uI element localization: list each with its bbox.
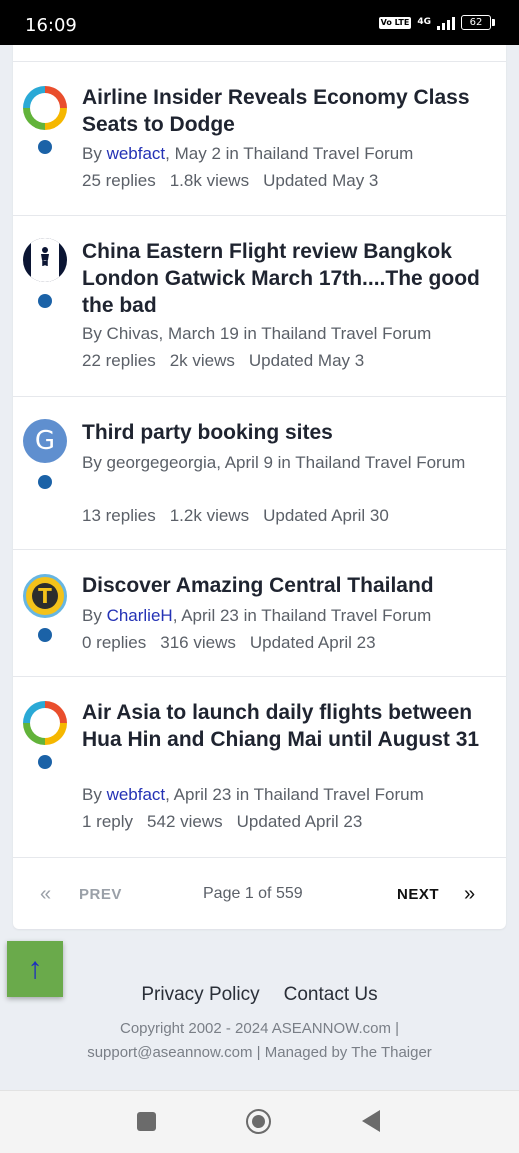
- topic-row[interactable]: Air Asia to launch daily flights between…: [13, 677, 506, 858]
- prev-chevron-icon[interactable]: «: [40, 883, 51, 906]
- topic-row[interactable]: T Discover Amazing Central Thailand By C…: [13, 550, 506, 677]
- next-chevron-icon[interactable]: »: [464, 883, 475, 906]
- topic-stats: 22 replies 2k views Updated May 3: [82, 348, 378, 374]
- topic-meta: By webfact, May 2 in Thailand Travel For…: [82, 144, 414, 163]
- unread-indicator: [38, 628, 52, 642]
- footer-links: Privacy Policy Contact Us: [0, 984, 519, 1006]
- topic-meta: By Chivas, March 19 in Thailand Travel F…: [82, 324, 432, 343]
- topic-title[interactable]: Third party booking sites: [82, 419, 492, 446]
- status-icons: Vo LTE 4G 62: [378, 15, 495, 30]
- signal-icon: [437, 16, 455, 30]
- t-logo-avatar[interactable]: T: [23, 574, 67, 618]
- views-count: 316 views: [160, 633, 236, 652]
- status-bar: 16:09 Vo LTE 4G 62: [0, 0, 519, 45]
- replies-count: 1 reply: [82, 812, 134, 831]
- user-initial-avatar[interactable]: G: [23, 419, 67, 463]
- updated-date: Updated April 23: [249, 633, 376, 652]
- replies-count: 22 replies: [82, 351, 156, 370]
- page-indicator[interactable]: Page 1 of 559: [203, 885, 303, 903]
- tottenham-avatar[interactable]: [23, 238, 67, 282]
- updated-date: Updated May 3: [248, 351, 365, 370]
- author-link[interactable]: webfact: [107, 144, 166, 163]
- replies-count: 25 replies: [82, 171, 156, 190]
- unread-indicator: [38, 140, 52, 154]
- copyright-text: Copyright 2002 - 2024 ASEANNOW.com | sup…: [87, 1020, 432, 1061]
- pagination: « PREV Page 1 of 559 NEXT »: [13, 857, 506, 929]
- topic-meta: By webfact, April 23 in Thailand Travel …: [82, 785, 424, 804]
- contact-us-link[interactable]: Contact Us: [284, 984, 378, 1005]
- topic-meta: By CharlieH, April 23 in Thailand Travel…: [82, 606, 432, 625]
- topic-row[interactable]: G Third party booking sites By georgegeo…: [13, 397, 506, 550]
- replies-count: 0 replies: [82, 633, 147, 652]
- views-count: 1.2k views: [169, 506, 250, 525]
- topic-stats: 13 replies 1.2k views Updated April 30: [82, 503, 403, 529]
- updated-date: Updated May 3: [263, 171, 379, 190]
- volte-icon: Vo LTE: [378, 16, 412, 29]
- cockerel-icon: [41, 247, 49, 266]
- topic-row[interactable]: Airline Insider Reveals Economy Class Se…: [13, 62, 506, 216]
- topic-title[interactable]: China Eastern Flight review Bangkok Lond…: [82, 238, 492, 319]
- privacy-policy-link[interactable]: Privacy Policy: [141, 984, 259, 1005]
- recents-icon[interactable]: [137, 1112, 156, 1131]
- topic-list: Airline Insider Reveals Economy Class Se…: [13, 45, 506, 929]
- topic-title[interactable]: Airline Insider Reveals Economy Class Se…: [82, 84, 492, 138]
- aseannow-logo-avatar[interactable]: [23, 86, 67, 130]
- unread-indicator: [38, 294, 52, 308]
- prev-button[interactable]: PREV: [79, 886, 122, 903]
- unread-indicator: [38, 755, 52, 769]
- battery-icon: 62: [461, 15, 495, 30]
- replies-count: 13 replies: [82, 506, 156, 525]
- topic-stats: 1 reply 542 views Updated April 23: [82, 809, 376, 835]
- views-count: 542 views: [147, 812, 223, 831]
- aseannow-logo-avatar[interactable]: [23, 701, 67, 745]
- topic-stats: 0 replies 316 views Updated April 23: [82, 630, 390, 656]
- author-link[interactable]: CharlieH: [107, 606, 173, 625]
- network-type: 4G: [417, 17, 431, 27]
- t-letter: T: [32, 583, 58, 609]
- author-link[interactable]: webfact: [107, 785, 166, 804]
- status-time: 16:09: [25, 15, 77, 36]
- views-count: 2k views: [169, 351, 235, 370]
- topic-meta: By georgegeorgia, April 9 in Thailand Tr…: [82, 453, 466, 472]
- unread-indicator: [38, 475, 52, 489]
- topic-title[interactable]: Air Asia to launch daily flights between…: [82, 699, 492, 753]
- back-icon[interactable]: [362, 1110, 380, 1132]
- system-nav-bar: [0, 1090, 519, 1153]
- topic-title[interactable]: Discover Amazing Central Thailand: [82, 572, 492, 599]
- next-button[interactable]: NEXT: [397, 886, 439, 903]
- topic-row[interactable]: China Eastern Flight review Bangkok Lond…: [13, 216, 506, 397]
- updated-date: Updated April 23: [236, 812, 363, 831]
- home-icon[interactable]: [246, 1109, 271, 1134]
- topic-stats: 25 replies 1.8k views Updated May 3: [82, 168, 392, 194]
- updated-date: Updated April 30: [263, 506, 389, 525]
- views-count: 1.8k views: [169, 171, 250, 190]
